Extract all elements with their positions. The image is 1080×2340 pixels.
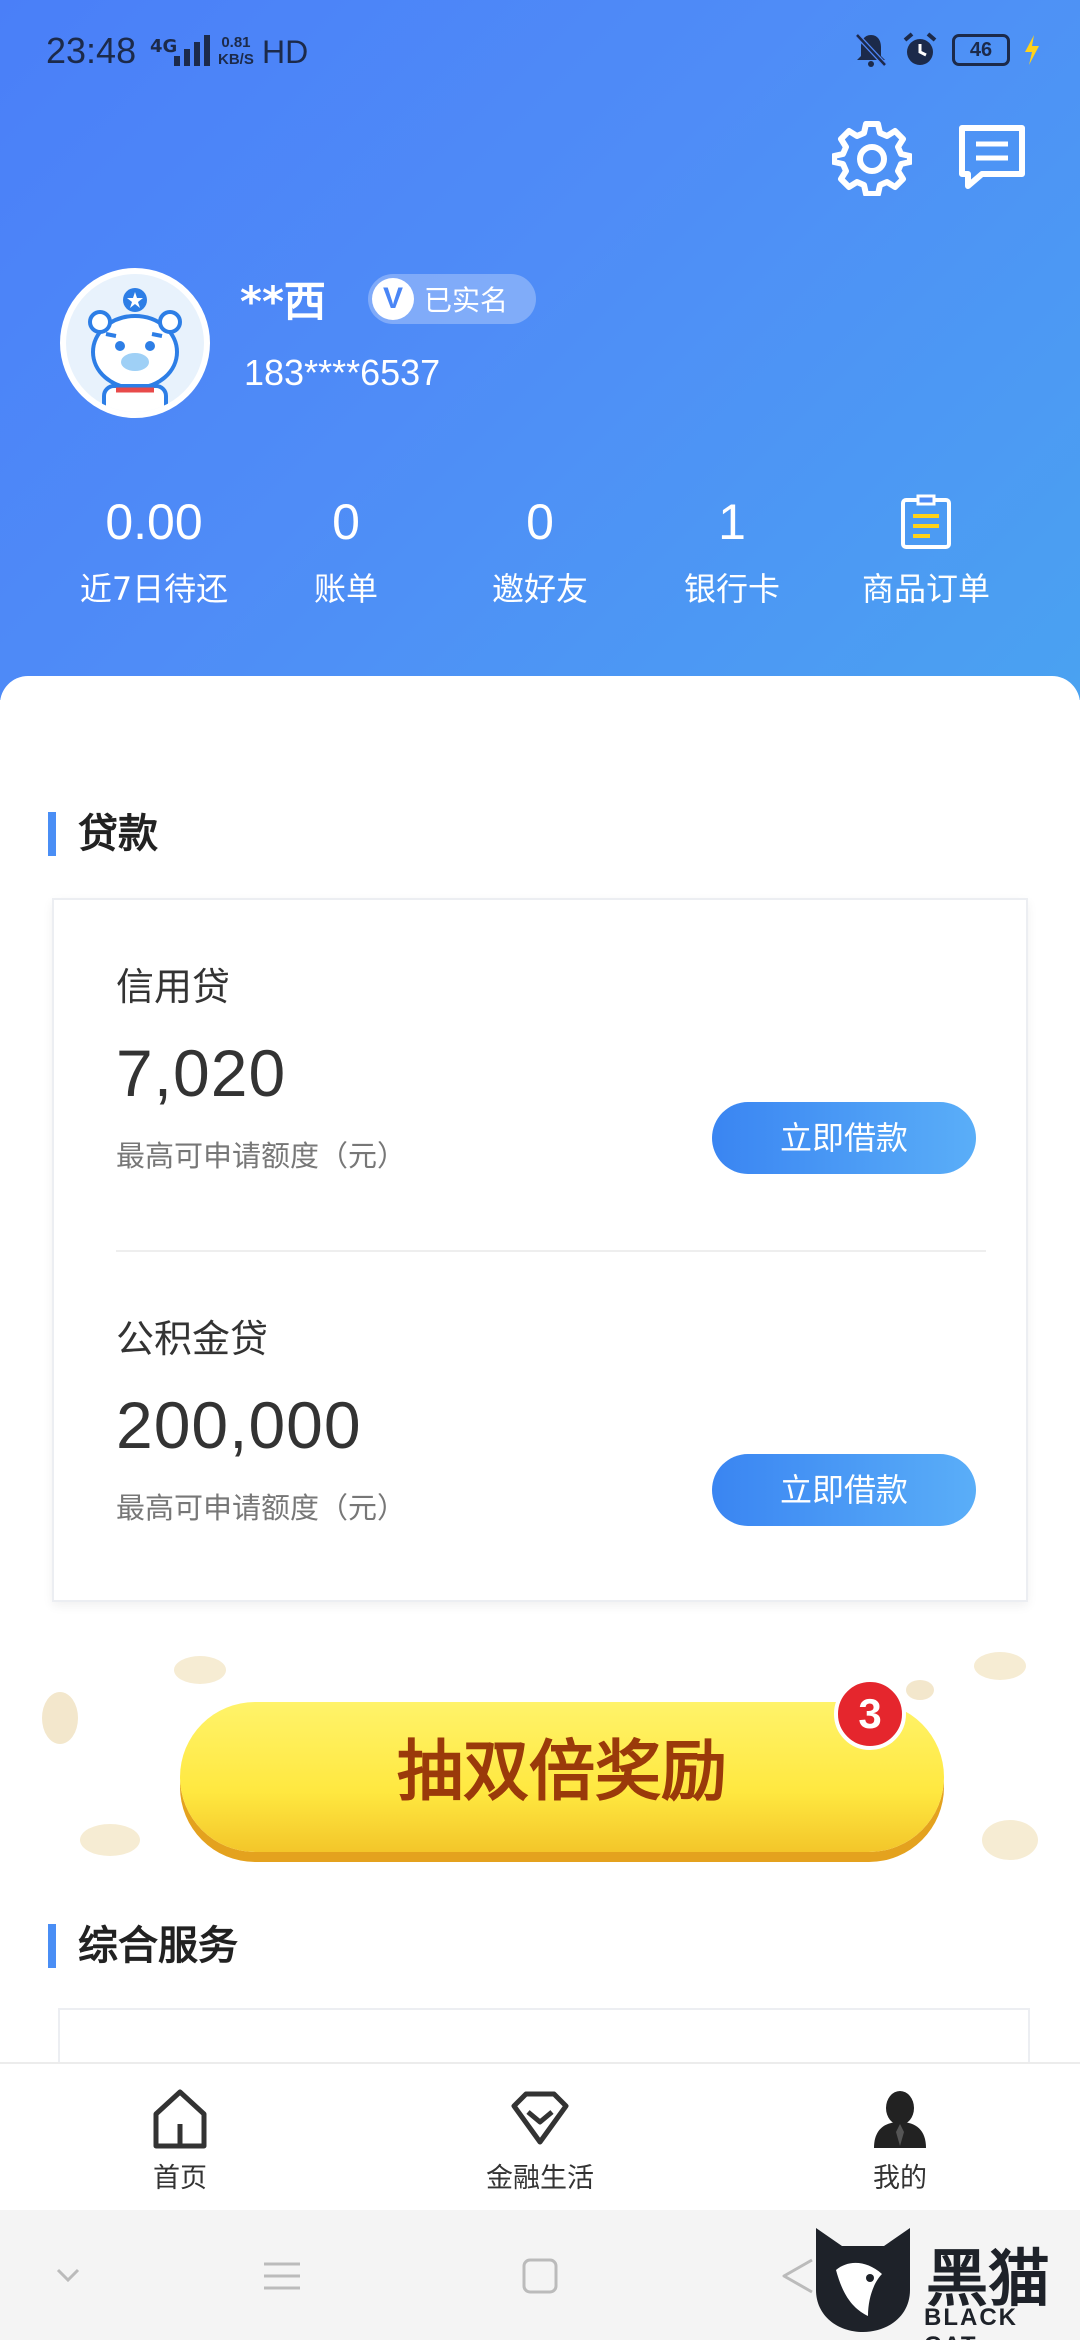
person-icon <box>874 2091 926 2148</box>
phone-number: 183****6537 <box>244 352 441 393</box>
promo-banner[interactable]: 抽双倍奖励 3 <box>40 1650 1040 1880</box>
services-section-title: 综合服务 <box>48 1924 238 1968</box>
stat-label: 近7日待还 <box>79 570 229 608</box>
loan-item-credit: 信用贷 7,020 最高可申请额度（元） 立即借款 <box>116 956 976 1175</box>
status-bar: 23:48 4G 0.81 KB/S HD 46 <box>0 0 1080 110</box>
alarm-icon <box>903 32 937 65</box>
loan-card: 信用贷 7,020 最高可申请额度（元） 立即借款 公积金贷 200,000 最… <box>52 898 1028 1602</box>
order-icon <box>901 494 951 549</box>
tab-label: 我的 <box>873 2163 927 2194</box>
home-icon <box>153 2089 207 2149</box>
tab-finance-life[interactable]: 金融生活 <box>440 2088 640 2195</box>
stat-invite-friends[interactable]: 0 邀好友 <box>440 490 640 610</box>
stat-value: 0.00 <box>105 494 203 550</box>
loan-name: 公积金贷 <box>116 1317 269 1361</box>
tab-mine[interactable]: 我的 <box>800 2088 1000 2195</box>
battery-icon: 46 <box>952 34 1010 66</box>
stat-product-orders[interactable]: 商品订单 <box>826 490 1026 610</box>
notification-badge: 3 <box>834 1678 906 1750</box>
stat-value: 1 <box>718 494 746 550</box>
hd-indicator: HD <box>262 34 309 70</box>
watermark-en: BLACK CAT <box>924 2304 1018 2340</box>
verified-icon: V <box>372 278 414 320</box>
loan-item-housing-fund: 公积金贷 200,000 最高可申请额度（元） 立即借款 <box>116 1308 976 1527</box>
stat-label: 邀好友 <box>491 570 588 608</box>
loan-section-title: 贷款 <box>48 812 158 856</box>
tab-label: 首页 <box>153 2163 207 2194</box>
signal-icon <box>174 35 210 66</box>
loan-amount: 7,020 <box>116 1036 287 1110</box>
tab-label: 金融生活 <box>486 2163 594 2194</box>
borrow-now-button[interactable]: 立即借款 <box>712 1454 976 1526</box>
double-reward-button[interactable]: 抽双倍奖励 <box>180 1702 944 1852</box>
diamond-icon <box>511 2091 569 2145</box>
stat-bills[interactable]: 0 账单 <box>246 490 446 610</box>
chevron-down-icon[interactable] <box>46 2254 90 2298</box>
tiger-avatar-icon <box>88 288 182 412</box>
stat-value: 0 <box>332 494 360 550</box>
stat-bank-cards[interactable]: 1 银行卡 <box>632 490 832 610</box>
gear-icon[interactable] <box>832 116 912 196</box>
username: **西 <box>240 277 326 326</box>
services-card <box>58 2008 1030 2068</box>
black-cat-logo-icon <box>816 2228 910 2332</box>
watermark: 黑猫 BLACK CAT <box>808 2220 1080 2340</box>
mute-bell-icon <box>855 33 887 67</box>
divider <box>116 1250 986 1252</box>
stat-label: 账单 <box>313 570 378 608</box>
stat-label: 银行卡 <box>683 570 780 608</box>
stat-repay-7days[interactable]: 0.00 近7日待还 <box>54 490 254 610</box>
stat-value: 0 <box>526 494 554 550</box>
borrow-now-button[interactable]: 立即借款 <box>712 1102 976 1174</box>
tab-home[interactable]: 首页 <box>80 2088 280 2195</box>
stat-label: 商品订单 <box>861 570 990 608</box>
status-right: 46 <box>854 32 1040 68</box>
message-icon[interactable] <box>952 116 1032 196</box>
loan-amount: 200,000 <box>116 1388 362 1462</box>
status-time: 23:48 <box>46 30 137 71</box>
verified-label: 已实名 <box>424 284 509 317</box>
verified-badge[interactable]: V 已实名 <box>368 274 537 324</box>
home-square-icon[interactable] <box>518 2254 562 2298</box>
charging-icon <box>1025 35 1039 65</box>
loan-name: 信用贷 <box>116 965 231 1009</box>
menu-icon[interactable] <box>260 2254 304 2298</box>
network-speed: 0.81 KB/S <box>218 34 254 68</box>
avatar[interactable] <box>60 268 210 418</box>
bottom-tab-bar: 首页 金融生活 我的 <box>0 2062 1080 2210</box>
